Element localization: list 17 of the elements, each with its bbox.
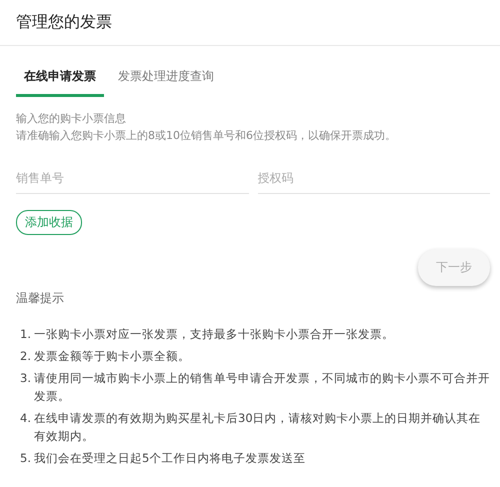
list-number: 2. — [20, 348, 32, 365]
section-heading: 输入您的购卡小票信息 — [16, 111, 127, 126]
tip-text: 请使用同一城市购卡小票上的销售单号申请合开发票，不同城市的购卡小票不可合并开发票。 — [34, 370, 490, 405]
page-title: 管理您的发票 — [16, 12, 112, 33]
tip-text: 我们会在受理之日起5个工作日内将电子发票发送至 — [34, 450, 306, 467]
add-receipt-button[interactable]: 添加收据 — [16, 210, 82, 235]
list-number: 3. — [20, 370, 32, 387]
list-number: 5. — [20, 450, 32, 467]
list-number: 1. — [20, 326, 32, 343]
tip-text: 一张购卡小票对应一张发票，支持最多十张购卡小票合开一张发票。 — [34, 326, 394, 343]
tip-text: 发票金额等于购卡小票全额。 — [34, 348, 190, 365]
instruction-text: 请准确输入您购卡小票上的8或10位销售单号和6位授权码，以确保开票成功。 — [16, 128, 397, 143]
tip-text: 在线申请发票的有效期为购买星礼卡后30日内，请核对购卡小票上的日期并确认其在有效期内。 — [34, 410, 482, 445]
tab[interactable]: 发票处理进度查询 — [110, 62, 222, 97]
tips-heading: 温馨提示 — [16, 290, 65, 307]
tab[interactable]: 在线申请发票 — [16, 62, 104, 97]
list-number: 4. — [20, 410, 32, 427]
